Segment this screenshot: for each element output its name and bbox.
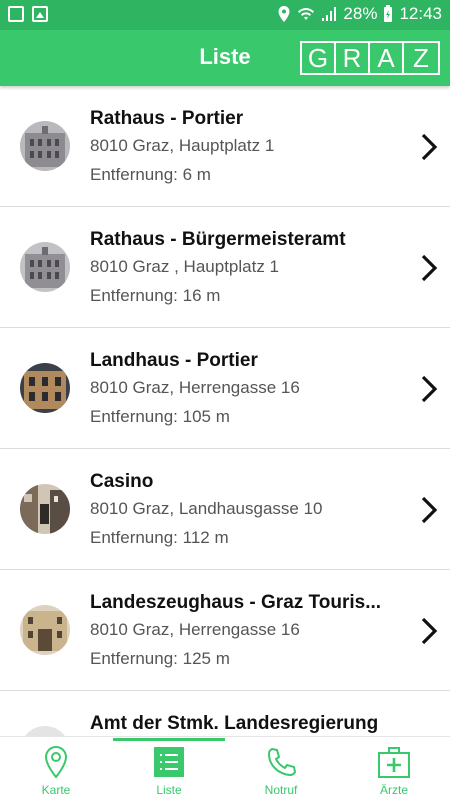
location-name: Amt der Stmk. Landesregierung bbox=[90, 713, 379, 734]
nav-label: Notruf bbox=[264, 783, 298, 797]
clock: 12:43 bbox=[399, 4, 442, 23]
phone-icon bbox=[267, 747, 297, 777]
nav-notruf[interactable]: Notruf bbox=[225, 737, 337, 800]
location-distance: Entfernung: 125 m bbox=[90, 649, 230, 668]
location-thumbnail bbox=[20, 726, 70, 736]
list-item[interactable]: Amt der Stmk. Landesregierung bbox=[0, 691, 450, 736]
location-distance: Entfernung: 6 m bbox=[90, 165, 211, 184]
location-address: 8010 Graz, Herrengasse 16 bbox=[90, 378, 300, 397]
list-item[interactable]: Landhaus - Portier 8010 Graz, Herrengass… bbox=[0, 328, 450, 449]
location-thumbnail bbox=[20, 484, 70, 534]
status-bar: 28% 12:43 bbox=[0, 0, 450, 30]
logo-letter: A bbox=[370, 43, 404, 73]
medical-kit-icon bbox=[378, 747, 410, 778]
map-pin-icon bbox=[44, 745, 68, 779]
chevron-right-icon bbox=[421, 375, 438, 403]
list-item[interactable]: Rathaus - Portier 8010 Graz, Hauptplatz … bbox=[0, 86, 450, 207]
location-name: Rathaus - Portier bbox=[90, 108, 244, 129]
battery-charging-icon bbox=[384, 5, 393, 22]
location-address: 8010 Graz, Herrengasse 16 bbox=[90, 620, 300, 639]
active-tab-indicator bbox=[113, 738, 225, 741]
chevron-right-icon bbox=[421, 133, 438, 161]
location-name: Landeszeughaus - Graz Touris... bbox=[90, 592, 382, 613]
nav-liste[interactable]: Liste bbox=[113, 737, 225, 800]
location-thumbnail bbox=[20, 605, 70, 655]
chevron-right-icon bbox=[421, 617, 438, 645]
nav-label: Ärzte bbox=[379, 783, 408, 797]
battery-percent: 28% bbox=[343, 4, 378, 23]
location-name: Rathaus - Bürgermeisteramt bbox=[90, 229, 346, 250]
list-item[interactable]: Landeszeughaus - Graz Touris... 8010 Gra… bbox=[0, 570, 450, 691]
location-thumbnail bbox=[20, 242, 70, 292]
location-name: Casino bbox=[90, 471, 154, 492]
image-notification-icon bbox=[32, 6, 48, 22]
location-address: 8010 Graz , Hauptplatz 1 bbox=[90, 257, 280, 276]
chevron-right-icon bbox=[421, 496, 438, 524]
list-item[interactable]: Rathaus - Bürgermeisteramt 8010 Graz , H… bbox=[0, 207, 450, 328]
logo-letter: G bbox=[302, 43, 336, 73]
list-item[interactable]: Casino 8010 Graz, Landhausgasse 10 Entfe… bbox=[0, 449, 450, 570]
chevron-right-icon bbox=[421, 254, 438, 282]
location-distance: Entfernung: 16 m bbox=[90, 286, 221, 305]
list-icon bbox=[154, 747, 184, 777]
location-address: 8010 Graz, Hauptplatz 1 bbox=[90, 136, 275, 155]
app-bar: Liste G R A Z bbox=[0, 30, 450, 86]
location-address: 8010 Graz, Landhausgasse 10 bbox=[90, 499, 323, 518]
signal-icon bbox=[322, 7, 337, 21]
nav-label: Karte bbox=[41, 783, 71, 797]
location-distance: Entfernung: 112 m bbox=[90, 528, 229, 547]
location-thumbnail bbox=[20, 121, 70, 171]
nav-karte[interactable]: Karte bbox=[0, 737, 112, 800]
location-distance: Entfernung: 105 m bbox=[90, 407, 230, 426]
nav-label: Liste bbox=[156, 783, 182, 797]
location-thumbnail bbox=[20, 363, 70, 413]
logo-letter: Z bbox=[413, 43, 429, 73]
nav-aerzte[interactable]: Ärzte bbox=[338, 737, 450, 800]
location-name: Landhaus - Portier bbox=[90, 350, 258, 371]
location-icon bbox=[278, 6, 290, 22]
logo-letter: R bbox=[336, 43, 370, 73]
map-notification-icon bbox=[8, 6, 24, 22]
location-list: Rathaus - Portier 8010 Graz, Hauptplatz … bbox=[0, 86, 450, 736]
wifi-icon bbox=[298, 8, 315, 20]
bottom-navigation: Karte Liste Notruf Ärzte bbox=[0, 736, 450, 800]
graz-logo: G R A Z bbox=[300, 41, 440, 75]
